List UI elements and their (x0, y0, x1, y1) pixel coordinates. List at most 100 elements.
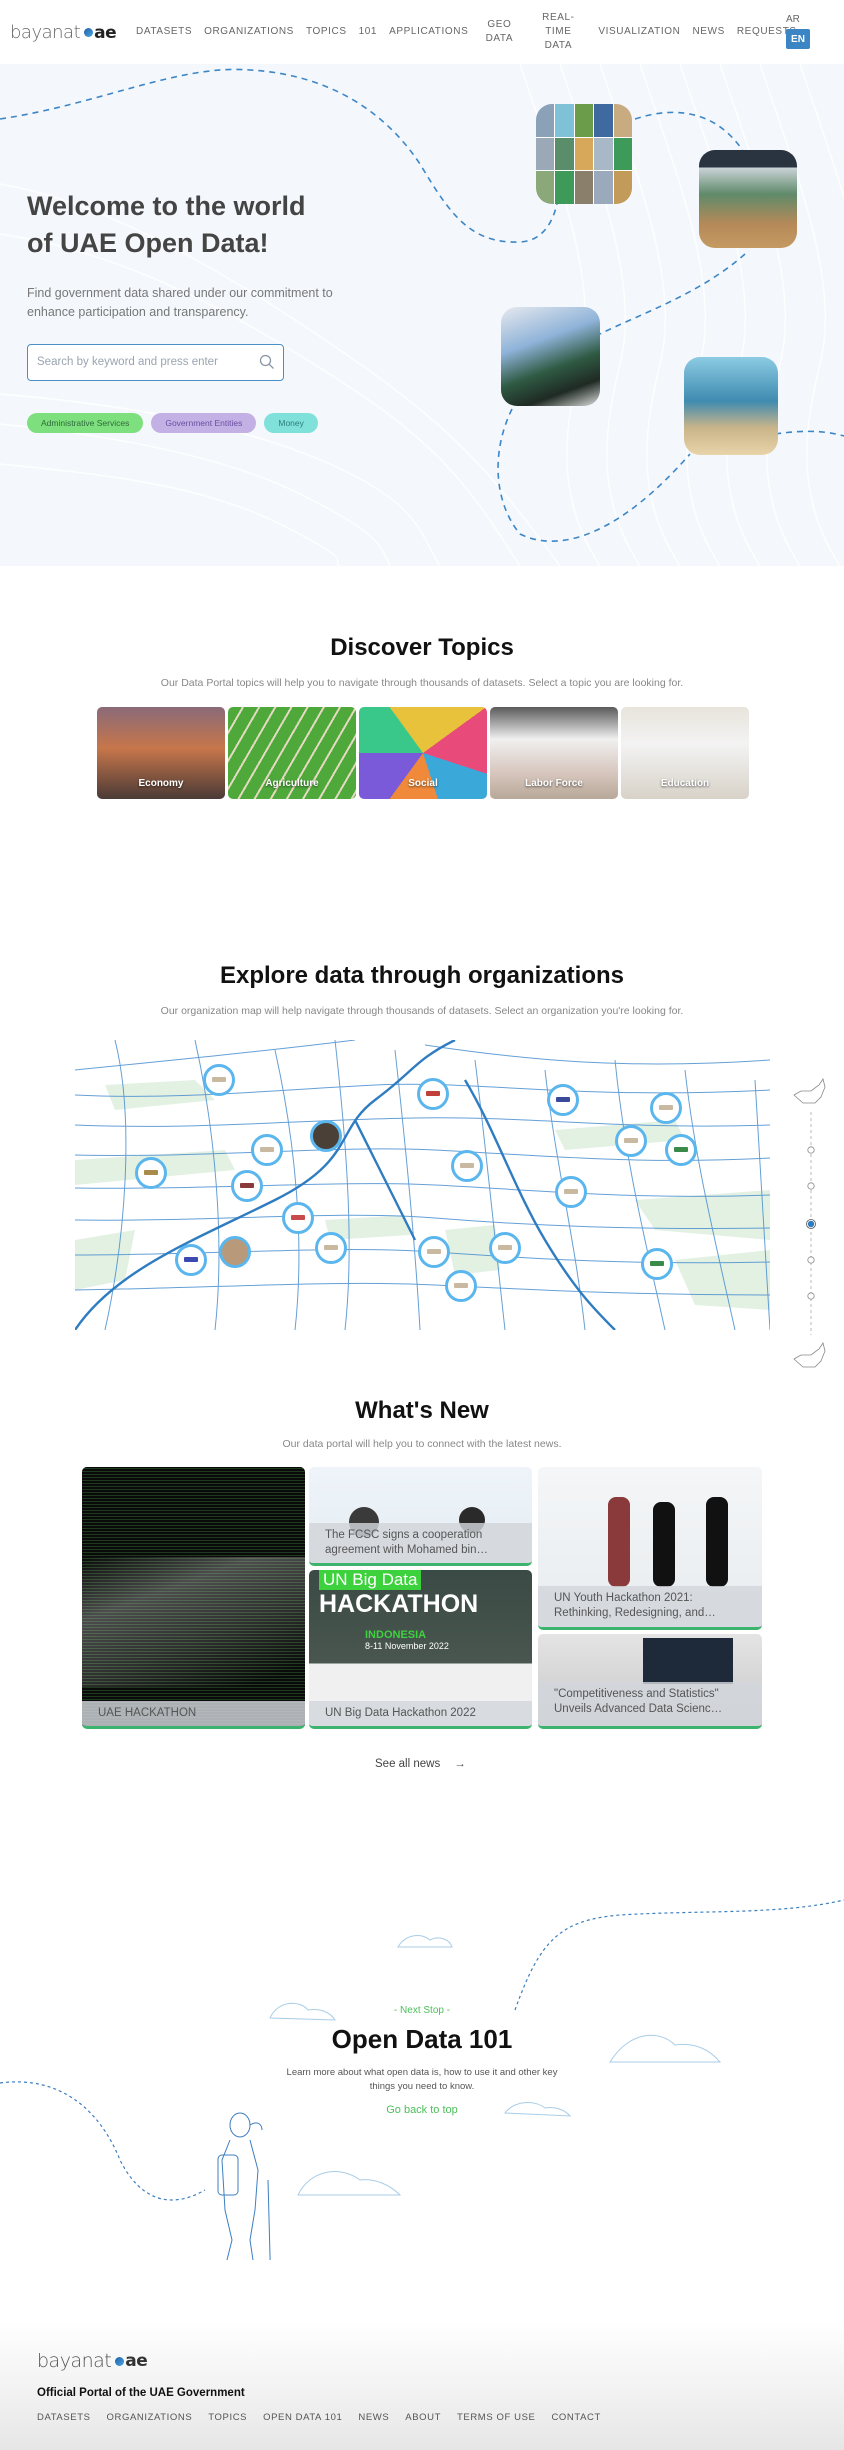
topics-list: Economy Agriculture Social Labor Force E… (97, 707, 749, 799)
chip-money[interactable]: Money (264, 413, 318, 433)
slider-step-active-dot (807, 1220, 815, 1228)
news-card[interactable]: UN Youth Hackathon 2021: Rethinking, Red… (538, 1467, 762, 1630)
map-zoom-slider[interactable] (789, 1077, 829, 1372)
news-caption: "Competitiveness and Statistics" Unveils… (538, 1682, 762, 1726)
news-caption: The FCSC signs a cooperation agreement w… (309, 1523, 532, 1563)
org-marker[interactable] (417, 1078, 449, 1110)
news-card[interactable]: "Competitiveness and Statistics" Unveils… (538, 1634, 762, 1729)
site-footer: bayanat ae Official Portal of the UAE Go… (0, 2320, 844, 2450)
open-data-subtitle: Learn more about what open data is, how … (286, 2067, 558, 2092)
news-card[interactable]: The FCSC signs a cooperation agreement w… (309, 1467, 532, 1566)
org-marker[interactable] (650, 1092, 682, 1124)
org-marker[interactable] (175, 1244, 207, 1276)
logo-dot-icon (84, 28, 94, 37)
topic-label: Education (660, 778, 710, 789)
topic-card-agriculture[interactable]: Agriculture (228, 707, 356, 799)
hero-image-beach (684, 357, 778, 455)
topic-card-education[interactable]: Education (621, 707, 749, 799)
topic-label: Labor Force (525, 778, 583, 789)
org-marker[interactable] (451, 1150, 483, 1182)
nav-datasets[interactable]: DATASETS (136, 25, 192, 39)
org-marker[interactable] (251, 1134, 283, 1166)
topics-subtitle: Our Data Portal topics will help you to … (160, 677, 684, 689)
lang-en-button[interactable]: EN (786, 29, 810, 49)
logo-text: bayanat (10, 22, 81, 43)
footer-logo[interactable]: bayanat ae (37, 2350, 148, 2372)
footer-logo-text: bayanat (37, 2350, 112, 2372)
main-nav: DATASETS ORGANIZATIONS TOPICS 101 APPLIC… (136, 0, 809, 64)
org-marker[interactable] (219, 1236, 251, 1268)
uae-map-top-icon (793, 1078, 826, 1104)
topic-card-social[interactable]: Social (359, 707, 487, 799)
footer-link-topics[interactable]: TOPICS (208, 2412, 247, 2423)
org-marker[interactable] (231, 1170, 263, 1202)
footer-link-datasets[interactable]: DATASETS (37, 2412, 91, 2423)
footer-link-open-data-101[interactable]: OPEN DATA 101 (263, 2412, 342, 2423)
hero-section: Welcome to the world of UAE Open Data! F… (0, 64, 844, 566)
footer-link-news[interactable]: NEWS (358, 2412, 389, 2423)
news-banner-date: 8-11 November 2022 (365, 1641, 449, 1651)
footer-link-contact[interactable]: CONTACT (551, 2412, 600, 2423)
see-all-news-link[interactable]: See all news → (375, 1758, 466, 1770)
hero-title: Welcome to the world of UAE Open Data! (27, 191, 306, 258)
org-marker[interactable] (418, 1236, 450, 1268)
org-marker[interactable] (489, 1232, 521, 1264)
go-back-to-top-link[interactable]: Go back to top (0, 2104, 844, 2116)
topics-title: Discover Topics (330, 634, 514, 661)
footer-link-terms[interactable]: TERMS OF USE (457, 2412, 535, 2423)
footer-link-organizations[interactable]: ORGANIZATIONS (107, 2412, 193, 2423)
nav-topics[interactable]: TOPICS (306, 25, 347, 39)
footer-tagline: Official Portal of the UAE Government (37, 2387, 245, 2399)
search-icon[interactable] (259, 354, 275, 370)
news-title: What's New (355, 1397, 489, 1424)
map-slider-track (793, 1078, 826, 1368)
news-card[interactable]: UAE HACKATHON (82, 1467, 305, 1729)
org-marker[interactable] (615, 1125, 647, 1157)
topic-card-labor-force[interactable]: Labor Force (490, 707, 618, 799)
hero-image-office (699, 150, 797, 248)
language-switcher: AR EN (786, 14, 810, 49)
org-marker[interactable] (310, 1120, 342, 1152)
hero-image-robot (501, 307, 600, 406)
search-input[interactable] (28, 345, 248, 379)
news-banner-top: UN Big Data (319, 1570, 422, 1590)
nav-geo-data[interactable]: GEO DATA (480, 18, 518, 46)
topic-label: Agriculture (265, 778, 319, 789)
news-banner-place: INDONESIA (365, 1629, 427, 1641)
org-marker[interactable] (282, 1202, 314, 1234)
nav-real-time-data[interactable]: REAL-TIME DATA (530, 11, 586, 53)
nav-organizations[interactable]: ORGANIZATIONS (204, 25, 294, 39)
org-marker[interactable] (547, 1084, 579, 1116)
chip-administrative-services[interactable]: Administrative Services (27, 413, 144, 433)
org-marker[interactable] (135, 1157, 167, 1189)
organizations-subtitle: Our organization map will help navigate … (160, 1005, 684, 1017)
org-marker[interactable] (445, 1270, 477, 1302)
topic-label: Social (408, 778, 438, 789)
footer-links: DATASETS ORGANIZATIONS TOPICS OPEN DATA … (37, 2412, 601, 2423)
org-marker[interactable] (555, 1176, 587, 1208)
nav-visualization[interactable]: VISUALIZATION (598, 25, 680, 39)
logo[interactable]: bayanat ae (10, 22, 117, 43)
nav-news[interactable]: NEWS (692, 25, 724, 39)
news-banner-main: HACKATHON (319, 1590, 479, 1618)
slider-step (807, 1182, 815, 1190)
logo-suffix: ae (94, 22, 117, 43)
hero-subtitle: Find government data shared under our co… (27, 286, 333, 319)
nav-101[interactable]: 101 (359, 25, 378, 39)
org-marker[interactable] (203, 1064, 235, 1096)
org-marker[interactable] (641, 1248, 673, 1280)
footer-logo-suffix: ae (125, 2351, 148, 2371)
lang-ar-button[interactable]: AR (786, 14, 800, 25)
topic-card-economy[interactable]: Economy (97, 707, 225, 799)
nav-applications[interactable]: APPLICATIONS (389, 25, 468, 39)
news-card[interactable]: UN Big Data HACKATHON INDONESIA 8-11 Nov… (309, 1570, 532, 1729)
footer-link-about[interactable]: ABOUT (405, 2412, 441, 2423)
slider-step (807, 1146, 815, 1154)
topic-label: Economy (138, 778, 184, 789)
hiker-figure (217, 2112, 271, 2260)
news-subtitle: Our data portal will help you to connect… (282, 1438, 562, 1450)
chip-government-entities[interactable]: Government Entities (151, 413, 257, 433)
org-marker[interactable] (665, 1134, 697, 1166)
org-marker[interactable] (315, 1232, 347, 1264)
see-all-news-label: See all news (375, 1758, 441, 1770)
